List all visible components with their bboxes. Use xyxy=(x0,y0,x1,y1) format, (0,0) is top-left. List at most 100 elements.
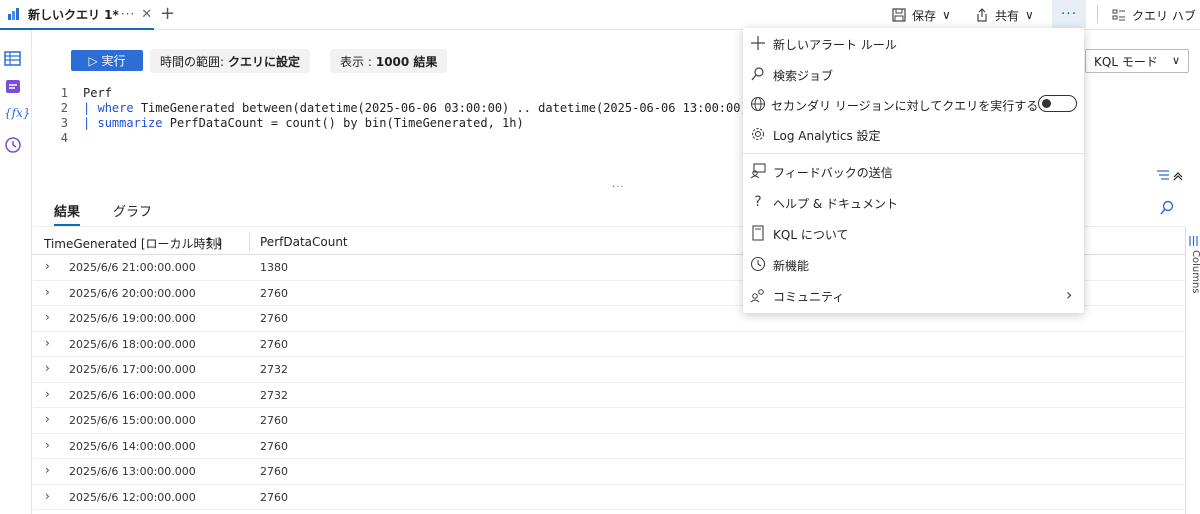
more-options-button[interactable]: ··· xyxy=(1052,0,1086,28)
table-row[interactable]: › 2025/6/6 12:00:00.000 2760 xyxy=(33,485,1185,510)
run-button[interactable]: ▷ 実行 xyxy=(71,50,143,71)
expand-row-icon[interactable]: › xyxy=(45,412,50,426)
code-rest: Perf xyxy=(83,86,112,100)
expand-row-icon[interactable]: › xyxy=(45,361,50,375)
left-rail: {fx} xyxy=(0,30,32,514)
save-label: 保存 xyxy=(912,8,937,23)
sort-icon[interactable]: ↑↓ xyxy=(204,235,224,249)
cell-timegenerated: 2025/6/6 21:00:00.000 xyxy=(69,261,196,274)
table-row[interactable]: › 2025/6/6 15:00:00.000 2760 xyxy=(33,408,1185,434)
cell-perfdatacount: 1380 xyxy=(260,261,288,274)
more-options-menu: 新しいアラート ルール 検索ジョブ セカンダリ リージョンに対してクエリを実行す… xyxy=(743,28,1084,313)
line-number: 4 xyxy=(60,131,68,145)
cell-perfdatacount: 2760 xyxy=(260,312,288,325)
tab-close-icon[interactable]: ✕ xyxy=(141,7,152,22)
splitter-handle[interactable]: ··· xyxy=(612,182,625,193)
search-icon[interactable] xyxy=(1159,200,1175,216)
columns-panel-toggle[interactable]: Columns xyxy=(1185,226,1200,514)
menu-item-log-analytics-settings[interactable]: Log Analytics 設定 xyxy=(743,119,1084,149)
history-icon[interactable] xyxy=(4,136,22,154)
column-header-perfdatacount[interactable]: PerfDataCount xyxy=(260,235,348,249)
table-row[interactable]: › 2025/6/6 16:00:00.000 2732 xyxy=(33,383,1185,408)
table-row[interactable]: › 2025/6/6 17:00:00.000 2732 xyxy=(33,357,1185,383)
cell-perfdatacount: 2732 xyxy=(260,363,288,376)
menu-item-help[interactable]: ? ヘルプ & ドキュメント xyxy=(743,187,1084,217)
column-header-timegenerated[interactable]: TimeGenerated [ローカル時刻] xyxy=(44,235,222,252)
menu-item-about-kql[interactable]: KQL について xyxy=(743,218,1084,248)
tables-icon[interactable] xyxy=(4,50,22,68)
display-label: 表示 : xyxy=(340,54,372,69)
keyword: summarize xyxy=(97,116,163,130)
expand-row-icon[interactable]: › xyxy=(45,489,50,503)
menu-item-whats-new[interactable]: 新機能 xyxy=(743,249,1084,279)
expand-row-icon[interactable]: › xyxy=(45,259,50,273)
menu-label: KQL について xyxy=(773,228,849,242)
plus-icon xyxy=(751,36,765,50)
menu-divider xyxy=(743,153,1084,154)
expand-row-icon[interactable]: › xyxy=(45,310,50,324)
pipe-operator: | xyxy=(83,101,91,115)
cell-perfdatacount: 2760 xyxy=(260,286,288,300)
add-tab-button[interactable]: + xyxy=(160,3,175,24)
menu-label: 新機能 xyxy=(773,259,810,273)
menu-label: セカンダリ リージョンに対してクエリを実行する xyxy=(771,99,1039,113)
cell-perfdatacount: 2732 xyxy=(260,388,288,402)
cell-timegenerated: 2025/6/6 13:00:00.000 xyxy=(69,465,196,478)
query-hub-icon xyxy=(1112,9,1125,21)
display-value: 1000 結果 xyxy=(375,54,438,69)
column-divider[interactable] xyxy=(249,233,250,251)
table-row[interactable]: › 2025/6/6 14:00:00.000 2760 xyxy=(33,434,1185,459)
table-row[interactable]: › 2025/6/6 13:00:00.000 2760 xyxy=(33,459,1185,485)
collapse-icon[interactable] xyxy=(1156,168,1186,182)
kql-mode-label: KQL モード xyxy=(1094,54,1158,69)
expand-row-icon[interactable]: › xyxy=(45,336,50,350)
cell-perfdatacount: 2760 xyxy=(260,414,288,427)
code-text: Perf xyxy=(83,86,112,100)
query-hub-button[interactable]: クエリ ハブ xyxy=(1112,4,1196,26)
columns-label: Columns xyxy=(1190,250,1200,294)
cell-timegenerated: 2025/6/6 17:00:00.000 xyxy=(69,363,196,376)
menu-item-search-job[interactable]: 検索ジョブ xyxy=(743,59,1084,89)
expand-row-icon[interactable]: › xyxy=(45,463,50,477)
toggle-knob xyxy=(1042,99,1051,108)
expand-row-icon[interactable]: › xyxy=(45,387,50,401)
menu-item-new-alert-rule[interactable]: 新しいアラート ルール xyxy=(743,28,1084,58)
code-text: | summarize PerfDataCount = count() by b… xyxy=(83,116,524,130)
cell-perfdatacount: 2760 xyxy=(260,465,288,478)
tab-results[interactable]: 結果 xyxy=(54,201,81,226)
menu-item-secondary-region[interactable]: セカンダリ リージョンに対してクエリを実行する xyxy=(743,89,1084,119)
code-rest: PerfDataCount = count() by bin(TimeGener… xyxy=(162,116,524,130)
globe-icon xyxy=(750,96,766,112)
time-range-picker[interactable]: 時間の範囲: クエリに設定 xyxy=(150,49,311,73)
cell-timegenerated: 2025/6/6 16:00:00.000 xyxy=(69,388,196,402)
kql-mode-select[interactable]: KQL モード ∨ xyxy=(1085,49,1189,73)
expand-row-icon[interactable]: › xyxy=(45,285,50,299)
time-range-value: クエリに設定 xyxy=(228,54,301,69)
secondary-region-toggle[interactable] xyxy=(1038,95,1077,112)
log-analytics-icon xyxy=(8,8,19,20)
table-row[interactable]: › 2025/6/6 18:00:00.000 2760 xyxy=(33,332,1185,357)
line-number: 2 xyxy=(60,101,68,115)
chevron-down-icon: ∨ xyxy=(1025,8,1034,22)
tab-more-icon[interactable]: ··· xyxy=(121,7,135,21)
cell-timegenerated: 2025/6/6 20:00:00.000 xyxy=(69,286,196,300)
cell-timegenerated: 2025/6/6 19:00:00.000 xyxy=(69,312,196,325)
query-hub-label: クエリ ハブ xyxy=(1132,8,1196,23)
tab-chart[interactable]: グラフ xyxy=(113,201,152,220)
functions-icon[interactable]: {fx} xyxy=(4,106,30,124)
keyword: where xyxy=(97,101,134,115)
tab-query-1[interactable]: 新しいクエリ 1* ··· ✕ xyxy=(0,0,154,30)
expand-row-icon[interactable]: › xyxy=(45,438,50,452)
query-editor[interactable]: 1 Perf 2 | where TimeGenerated between(date… xyxy=(40,86,800,150)
search-job-icon xyxy=(751,67,764,81)
menu-item-feedback[interactable]: フィードバックの送信 xyxy=(743,156,1084,186)
share-button[interactable]: 共有 ∨ xyxy=(975,4,1034,26)
menu-label: 新しいアラート ルール xyxy=(773,38,897,52)
queries-icon[interactable] xyxy=(4,78,22,96)
line-number: 3 xyxy=(60,116,68,130)
menu-label: フィードバックの送信 xyxy=(773,166,893,180)
result-limit-picker[interactable]: 表示 : 1000 結果 xyxy=(330,49,448,73)
save-button[interactable]: 保存 ∨ xyxy=(892,4,951,26)
menu-item-community[interactable]: コミュニティ › xyxy=(743,280,1084,310)
tab-label: 新しいクエリ 1* xyxy=(28,7,119,22)
